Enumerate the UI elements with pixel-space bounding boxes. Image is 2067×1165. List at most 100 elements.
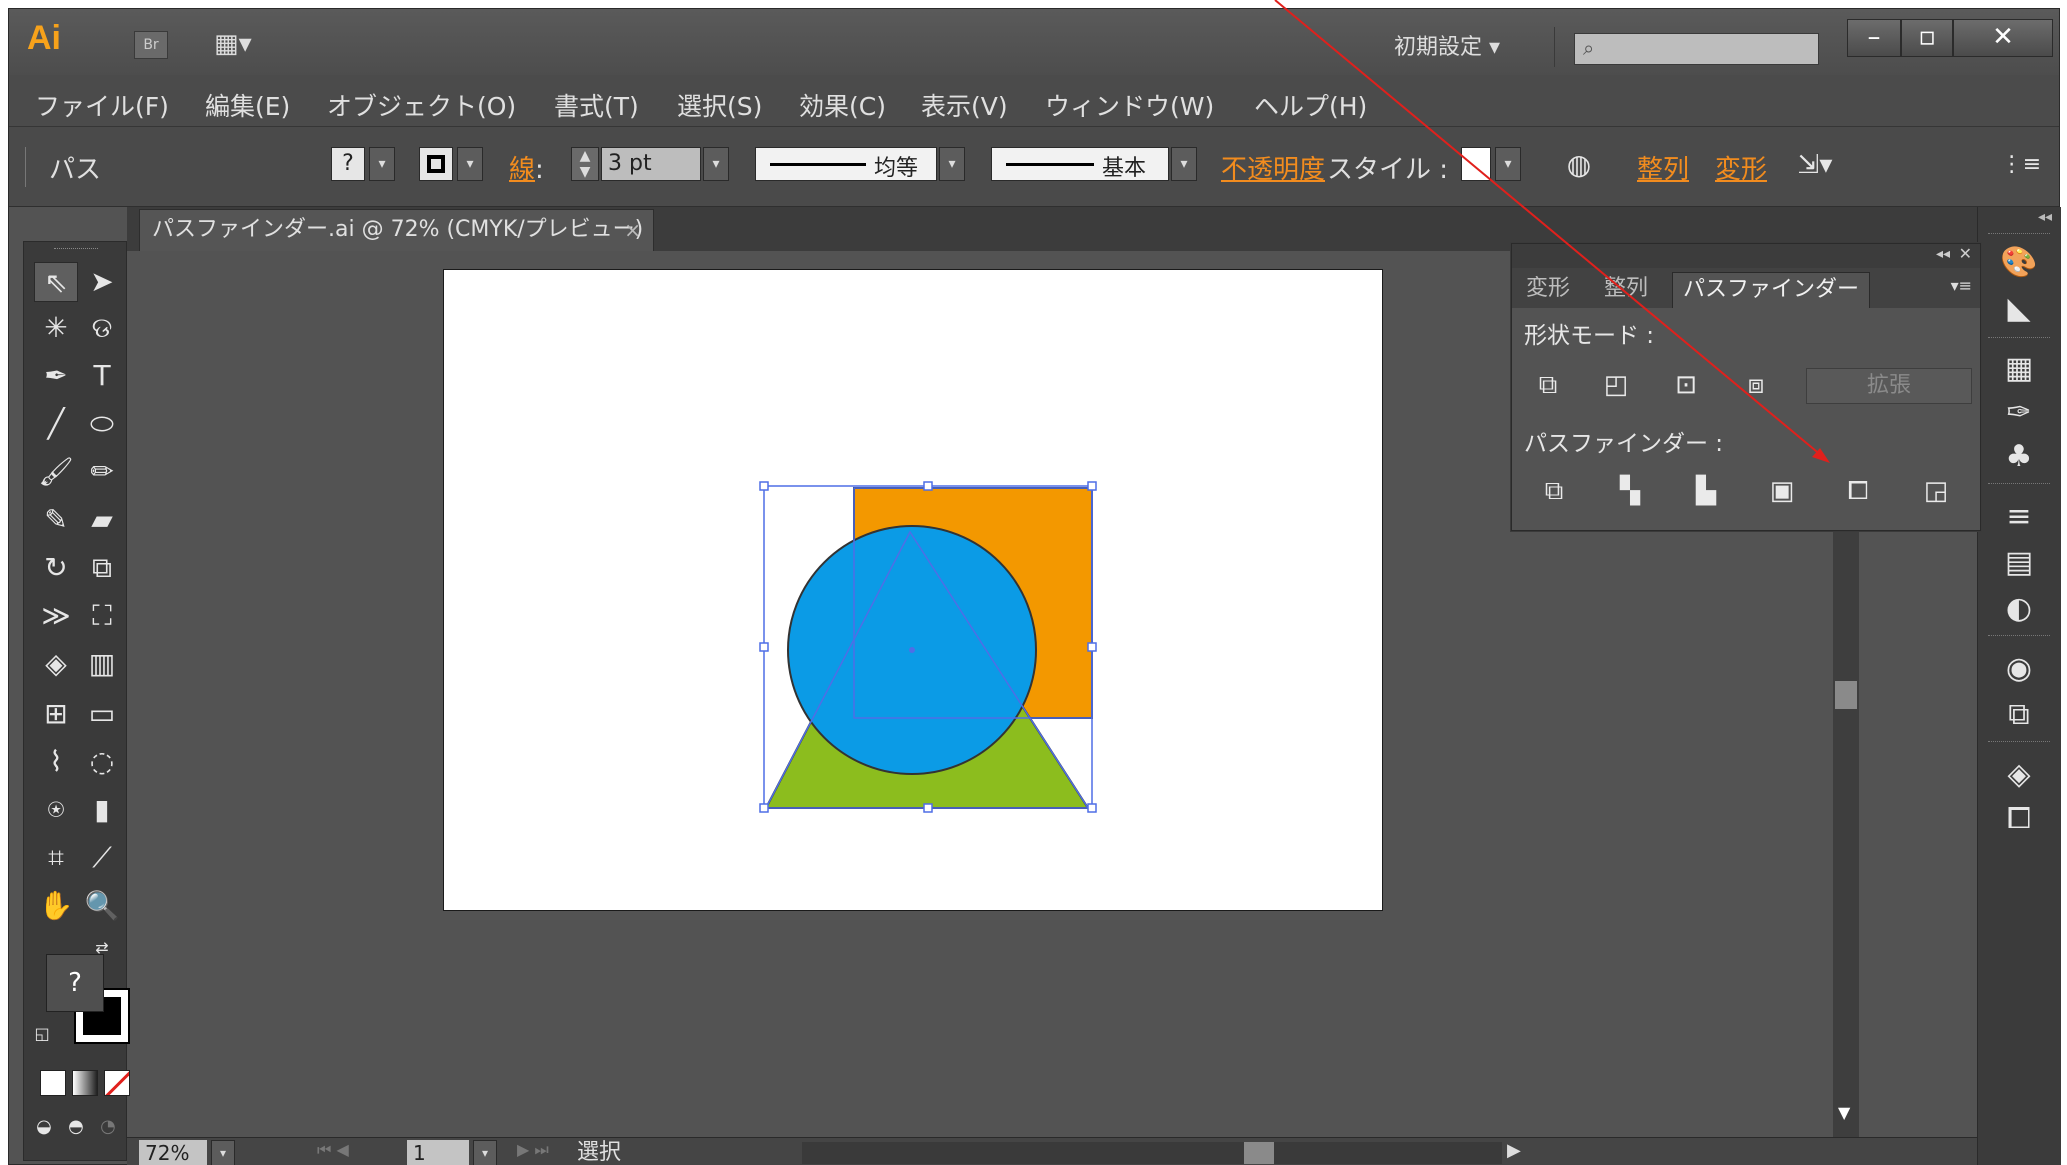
stroke-swatch[interactable] [419, 147, 453, 181]
stroke-icon[interactable]: ≡ [1996, 497, 2042, 537]
line-segment-tool-icon[interactable]: ╱ [34, 404, 78, 444]
merge-icon[interactable]: ▙ [1686, 472, 1726, 510]
bridge-button[interactable]: Br [134, 31, 168, 59]
collapse-panel-icon[interactable]: ◂◂ [1936, 246, 1950, 262]
direct-selection-tool-icon[interactable]: ➤ [80, 262, 124, 302]
align-link[interactable]: 整列 [1637, 155, 1689, 185]
graphic-styles-icon[interactable]: ⧉ [1996, 695, 2042, 735]
profile-dropdown[interactable]: ▾ [939, 147, 965, 181]
vertical-scroll-thumb[interactable] [1835, 681, 1857, 709]
blend-tool-icon[interactable]: ◌ [80, 742, 124, 782]
type-tool-icon[interactable]: T [80, 356, 124, 396]
tab-transform[interactable]: 変形 [1516, 272, 1580, 308]
close-panel-icon[interactable]: ✕ [1959, 244, 1972, 263]
brush-dropdown[interactable]: ▾ [1171, 147, 1197, 181]
rotate-tool-icon[interactable]: ↻ [34, 548, 78, 588]
eyedropper-tool-icon[interactable]: ⌇ [34, 742, 78, 782]
shape-builder-tool-icon[interactable]: ◈ [34, 644, 78, 684]
menu-type[interactable]: 書式(T) [554, 87, 639, 123]
free-transform-tool-icon[interactable]: ⛶ [80, 596, 124, 636]
blob-brush-tool-icon[interactable]: ✎ [34, 500, 78, 540]
minus-back-icon[interactable]: ◲ [1916, 472, 1956, 510]
gradient-mode-button[interactable] [72, 1070, 98, 1096]
draw-normal-icon[interactable]: ◒ [28, 1112, 60, 1142]
status-text[interactable]: 選択 [577, 1138, 621, 1165]
appearance-icon[interactable]: ◉ [1996, 649, 2042, 689]
draw-inside-icon[interactable]: ◔ [92, 1112, 124, 1142]
graphic-style-dropdown[interactable]: ▾ [1495, 147, 1521, 181]
none-mode-button[interactable] [104, 1070, 130, 1096]
fill-color-box[interactable]: ? [46, 954, 104, 1012]
brush-definition[interactable]: 基本 [991, 147, 1169, 181]
gradient-tool-icon[interactable]: ▭ [80, 694, 124, 734]
zoom-dropdown[interactable]: ▾ [211, 1140, 235, 1165]
opacity-link[interactable]: 不透明度 [1221, 155, 1325, 185]
scroll-down-icon[interactable]: ▼ [1838, 1103, 1850, 1122]
stroke-weight-field[interactable]: 3 pt [601, 147, 701, 181]
arrange-documents-icon[interactable]: ▦▾ [214, 29, 270, 59]
tab-align[interactable]: 整列 [1594, 272, 1658, 308]
perspective-grid-tool-icon[interactable]: ▥ [80, 644, 124, 684]
control-grip[interactable] [25, 147, 26, 187]
magic-wand-tool-icon[interactable]: ✳ [34, 308, 78, 348]
color-guide-icon[interactable]: 🎨 [1996, 243, 2042, 283]
intersect-icon[interactable]: ⊡ [1666, 366, 1706, 404]
symbol-sprayer-tool-icon[interactable]: ⍟ [34, 790, 78, 830]
artboard-dropdown[interactable]: ▾ [473, 1140, 497, 1165]
layers-icon[interactable]: ◈ [1996, 755, 2042, 795]
swap-fill-stroke-icon[interactable]: ⇄ [90, 936, 114, 960]
search-input[interactable]: ⌕ [1574, 33, 1819, 65]
swatches-icon[interactable]: ▦ [1996, 349, 2042, 389]
graphic-style-swatch[interactable] [1461, 147, 1491, 181]
minus-front-icon[interactable]: ◰ [1596, 366, 1636, 404]
recolor-artwork-icon[interactable]: ◍ [1557, 145, 1601, 185]
artboards-icon[interactable]: ⧠ [1996, 799, 2042, 839]
selection-tool-icon[interactable]: ⇖ [34, 262, 78, 302]
paintbrush-tool-icon[interactable]: 🖌 [34, 452, 78, 492]
stroke-weight-dropdown[interactable]: ▾ [703, 147, 729, 181]
workspace-switcher[interactable]: 初期設定 ▾ [1394, 29, 1500, 61]
first-artboard-icon[interactable]: ⏮ ◀ [317, 1140, 349, 1160]
horizontal-scroll-thumb[interactable] [1244, 1142, 1274, 1164]
lasso-tool-icon[interactable]: ଡ [80, 308, 124, 348]
width-tool-icon[interactable]: ≫ [34, 596, 78, 636]
menu-edit[interactable]: 編集(E) [205, 87, 290, 123]
scale-tool-icon[interactable]: ⧉ [80, 548, 124, 588]
maximize-button[interactable]: ▫ [1901, 19, 1953, 57]
brushes-icon[interactable]: ✑ [1996, 393, 2042, 433]
default-fill-stroke-icon[interactable]: ◱ [30, 1022, 54, 1046]
expand-button[interactable]: 拡張 [1806, 368, 1972, 404]
menu-file[interactable]: ファイル(F) [35, 87, 169, 123]
slice-tool-icon[interactable]: ⟋ [80, 838, 124, 878]
pen-tool-icon[interactable]: ✒ [34, 356, 78, 396]
crop-icon[interactable]: ▣ [1762, 472, 1802, 510]
hand-tool-icon[interactable]: ✋ [34, 886, 78, 926]
horizontal-scrollbar[interactable] [802, 1142, 1502, 1164]
stroke-link[interactable]: 線 [509, 155, 535, 185]
menu-select[interactable]: 選択(S) [677, 87, 762, 123]
collapse-dock-icon[interactable]: ◂◂ [2038, 209, 2052, 225]
close-button[interactable]: ✕ [1953, 19, 2053, 57]
fill-dropdown[interactable]: ▾ [369, 147, 395, 181]
mesh-tool-icon[interactable]: ⊞ [34, 694, 78, 734]
variable-width-profile[interactable]: 均等 [755, 147, 937, 181]
close-tab-icon[interactable]: × [624, 210, 641, 250]
transform-link[interactable]: 変形 [1715, 155, 1767, 185]
toolbox-grip[interactable] [54, 248, 98, 249]
ellipse-tool-icon[interactable]: ⬭ [80, 404, 124, 444]
outline-icon[interactable]: ⧠ [1838, 472, 1878, 510]
artboard-tool-icon[interactable]: ⌗ [34, 838, 78, 878]
document-tab[interactable]: パスファインダー.ai @ 72% (CMYK/プレビュー) × [139, 209, 654, 251]
panel-menu-icon[interactable]: ▾≡ [1951, 276, 1972, 295]
gradient-icon[interactable]: ▤ [1996, 543, 2042, 583]
menu-effect[interactable]: 効果(C) [799, 87, 886, 123]
pencil-tool-icon[interactable]: ✏ [80, 452, 124, 492]
artboard[interactable] [443, 269, 1383, 911]
scroll-right-icon[interactable]: ▶ [1507, 1140, 1521, 1161]
exclude-icon[interactable]: ⧈ [1736, 366, 1776, 404]
zoom-field[interactable]: 72% [139, 1140, 207, 1165]
column-graph-tool-icon[interactable]: ▮ [80, 790, 124, 830]
appearance-shape-icon[interactable]: ◣ [1996, 289, 2042, 329]
trim-icon[interactable]: ▚ [1610, 472, 1650, 510]
last-artboard-icon[interactable]: ▶ ⏭ [517, 1140, 549, 1160]
